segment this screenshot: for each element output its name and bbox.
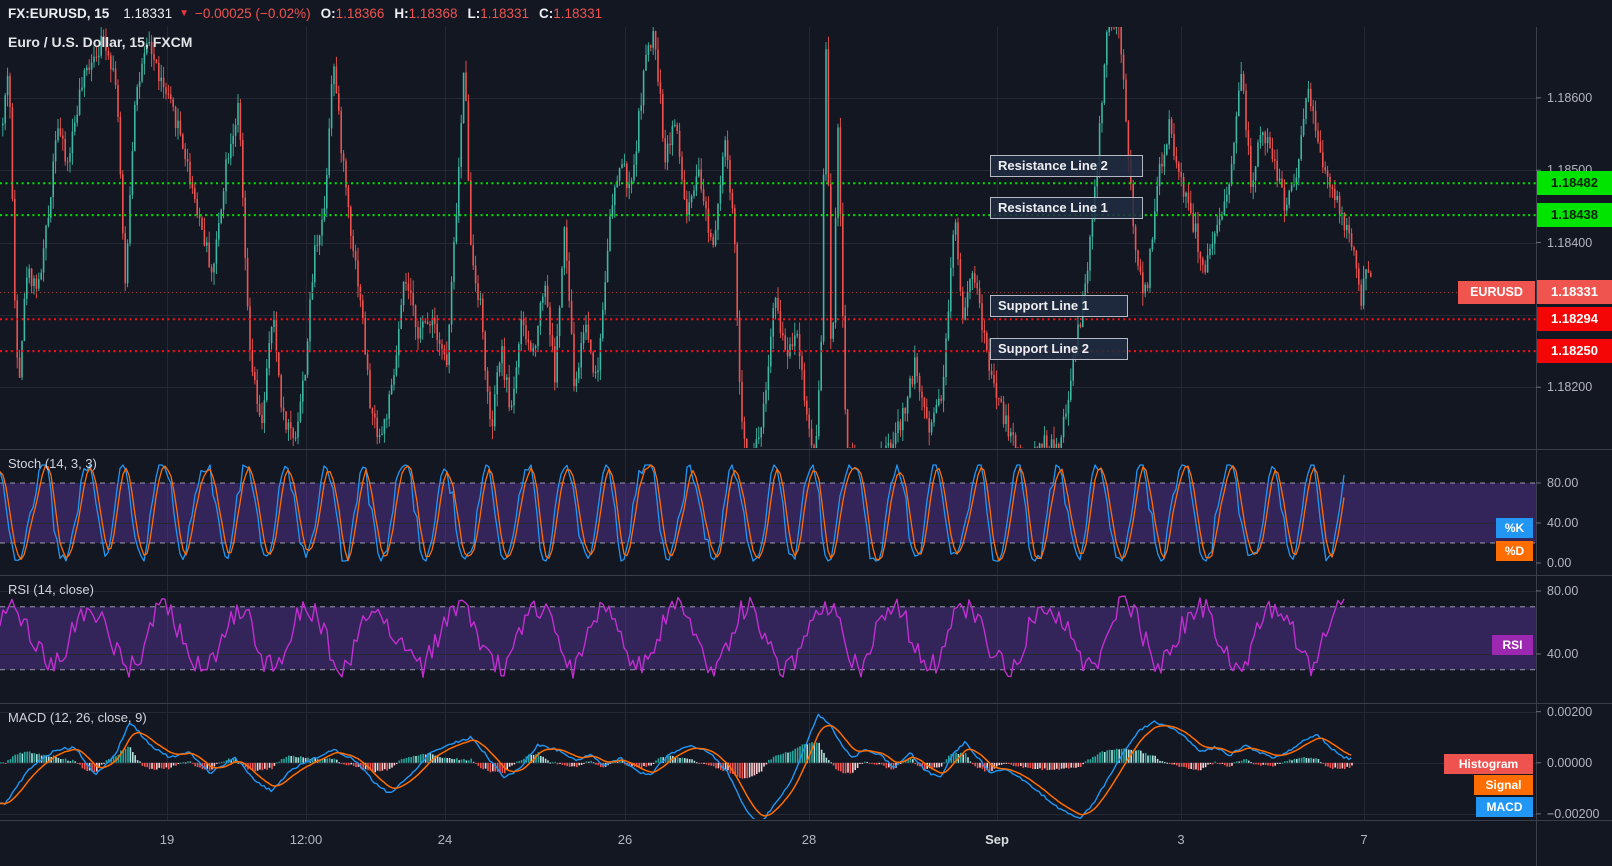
price-change: −0.00025 (−0.02%) bbox=[195, 6, 311, 21]
low-value: 1.18331 bbox=[480, 6, 530, 21]
high-label: H: bbox=[394, 6, 409, 21]
level-lines bbox=[0, 182, 1536, 353]
tradingview-chart-window: FX:EURUSD, 15 1.18331 ▼ −0.00025 (−0.02%… bbox=[0, 0, 1612, 866]
candles-layer bbox=[2, 27, 1372, 448]
down-triangle-icon: ▼ bbox=[179, 8, 189, 19]
macd-pane bbox=[0, 712, 1536, 819]
close-label: C: bbox=[539, 6, 554, 21]
open-value: 1.18366 bbox=[335, 6, 385, 21]
high-value: 1.18368 bbox=[408, 6, 458, 21]
close-value: 1.18331 bbox=[553, 6, 603, 21]
last-price: 1.18331 bbox=[123, 6, 173, 21]
stoch-pane bbox=[0, 464, 1536, 562]
price-axis[interactable] bbox=[1537, 27, 1612, 820]
rsi-pane bbox=[0, 591, 1536, 679]
symbol-info-bar: FX:EURUSD, 15 1.18331 ▼ −0.00025 (−0.02%… bbox=[0, 0, 1612, 27]
chart-canvas[interactable] bbox=[0, 0, 1612, 866]
low-label: L: bbox=[467, 6, 481, 21]
time-axis[interactable] bbox=[0, 821, 1536, 866]
open-label: O: bbox=[320, 6, 336, 21]
symbol-name: FX:EURUSD, 15 bbox=[8, 6, 110, 21]
